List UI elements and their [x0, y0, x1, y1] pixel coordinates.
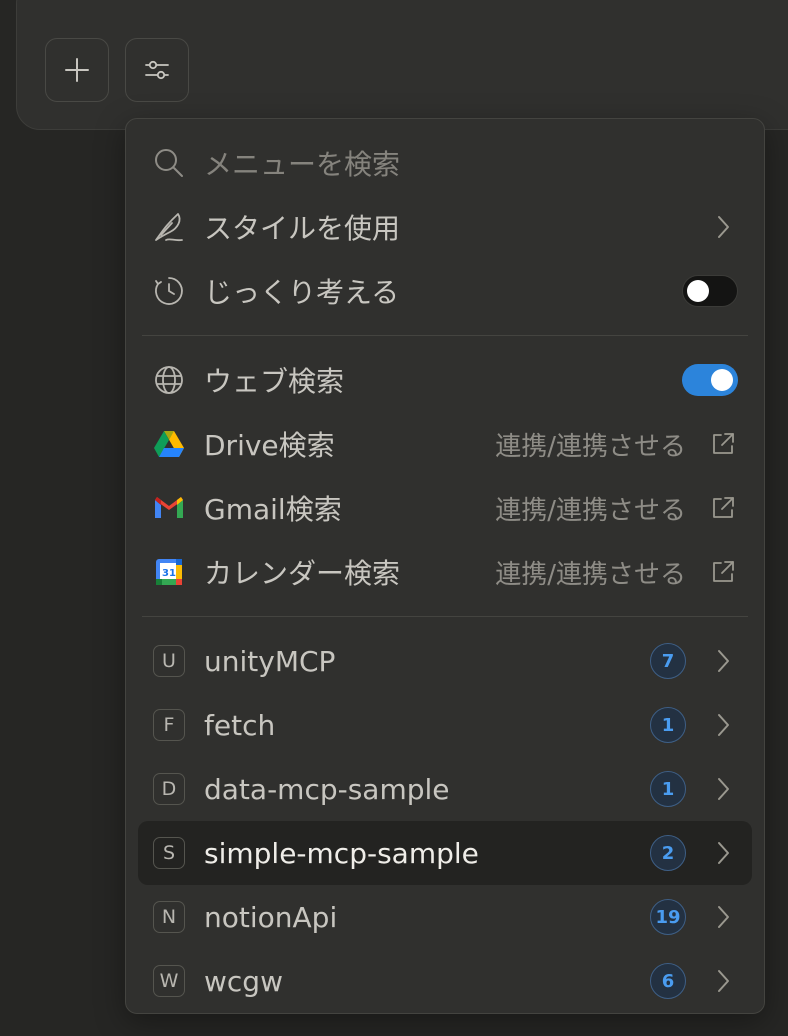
menu-search-input[interactable]: メニューを検索	[204, 143, 738, 183]
external-link-icon	[708, 493, 738, 523]
search-icon	[152, 146, 186, 180]
server-letter-icon: W	[153, 965, 185, 997]
server-item-data-mcp-sample[interactable]: D data-mcp-sample 1	[138, 757, 752, 821]
drive-search-item[interactable]: Drive検索 連携/連携させる	[138, 412, 752, 476]
clock-icon	[152, 274, 186, 308]
server-item-unitymcp[interactable]: U unityMCP 7	[138, 629, 752, 693]
extended-thinking-label: じっくり考える	[204, 276, 400, 309]
google-drive-icon	[152, 427, 186, 461]
chevron-right-icon	[708, 838, 738, 868]
add-button[interactable]	[45, 38, 109, 102]
server-item-notionapi[interactable]: N notionApi 19	[138, 885, 752, 949]
server-item-wcgw[interactable]: W wcgw 6	[138, 949, 752, 1013]
menu-divider	[142, 335, 748, 336]
server-name: data-mcp-sample	[204, 772, 450, 806]
tool-count-badge: 7	[650, 643, 686, 679]
server-item-simple-mcp-sample[interactable]: S simple-mcp-sample 2	[138, 821, 752, 885]
use-style-label: スタイルを使用	[204, 212, 401, 245]
gmail-connect-label[interactable]: 連携/連携させる	[495, 490, 686, 527]
server-name: simple-mcp-sample	[204, 836, 479, 870]
server-letter-icon: F	[153, 709, 185, 741]
tool-count-badge: 19	[650, 899, 686, 935]
drive-search-label: Drive検索	[204, 429, 335, 462]
external-link-icon	[708, 557, 738, 587]
feather-icon	[152, 210, 186, 244]
chevron-right-icon	[708, 646, 738, 676]
menu-divider	[142, 616, 748, 617]
menu-search-row[interactable]: メニューを検索	[138, 131, 752, 195]
tool-count-badge: 2	[650, 835, 686, 871]
tool-count-badge: 1	[650, 771, 686, 807]
server-letter-icon: U	[153, 645, 185, 677]
gmail-icon	[152, 491, 186, 525]
web-search-label: ウェブ検索	[204, 365, 345, 398]
tools-menu: メニューを検索 スタイルを使用 じっくり考える ウェブ検索 Drive検索 連携…	[125, 118, 765, 1014]
server-name: notionApi	[204, 900, 338, 934]
server-name: fetch	[204, 708, 276, 742]
gmail-search-item[interactable]: Gmail検索 連携/連携させる	[138, 476, 752, 540]
server-name: wcgw	[204, 964, 283, 998]
calendar-icon-day: 31	[162, 568, 176, 579]
server-letter-icon: N	[153, 901, 185, 933]
server-item-fetch[interactable]: F fetch 1	[138, 693, 752, 757]
web-search-item[interactable]: ウェブ検索	[138, 348, 752, 412]
gmail-search-label: Gmail検索	[204, 493, 342, 526]
globe-icon	[152, 363, 186, 397]
calendar-connect-label[interactable]: 連携/連携させる	[495, 554, 686, 591]
chevron-right-icon	[708, 710, 738, 740]
use-style-item[interactable]: スタイルを使用	[138, 195, 752, 259]
extended-thinking-item[interactable]: じっくり考える	[138, 259, 752, 323]
server-name: unityMCP	[204, 644, 336, 678]
tool-count-badge: 1	[650, 707, 686, 743]
google-calendar-icon: 31	[152, 555, 186, 589]
external-link-icon	[708, 429, 738, 459]
web-search-toggle[interactable]	[682, 364, 738, 396]
extended-thinking-toggle[interactable]	[682, 275, 738, 307]
chevron-right-icon	[708, 966, 738, 996]
calendar-search-label: カレンダー検索	[204, 557, 401, 590]
tools-button[interactable]	[125, 38, 189, 102]
server-letter-icon: S	[153, 837, 185, 869]
sliders-icon	[145, 60, 169, 80]
calendar-search-item[interactable]: 31 カレンダー検索 連携/連携させる	[138, 540, 752, 604]
chevron-right-icon	[708, 774, 738, 804]
drive-connect-label[interactable]: 連携/連携させる	[495, 426, 686, 463]
chevron-right-icon	[708, 212, 738, 242]
tool-count-badge: 6	[650, 963, 686, 999]
server-letter-icon: D	[153, 773, 185, 805]
chevron-right-icon	[708, 902, 738, 932]
plus-icon	[65, 58, 89, 82]
